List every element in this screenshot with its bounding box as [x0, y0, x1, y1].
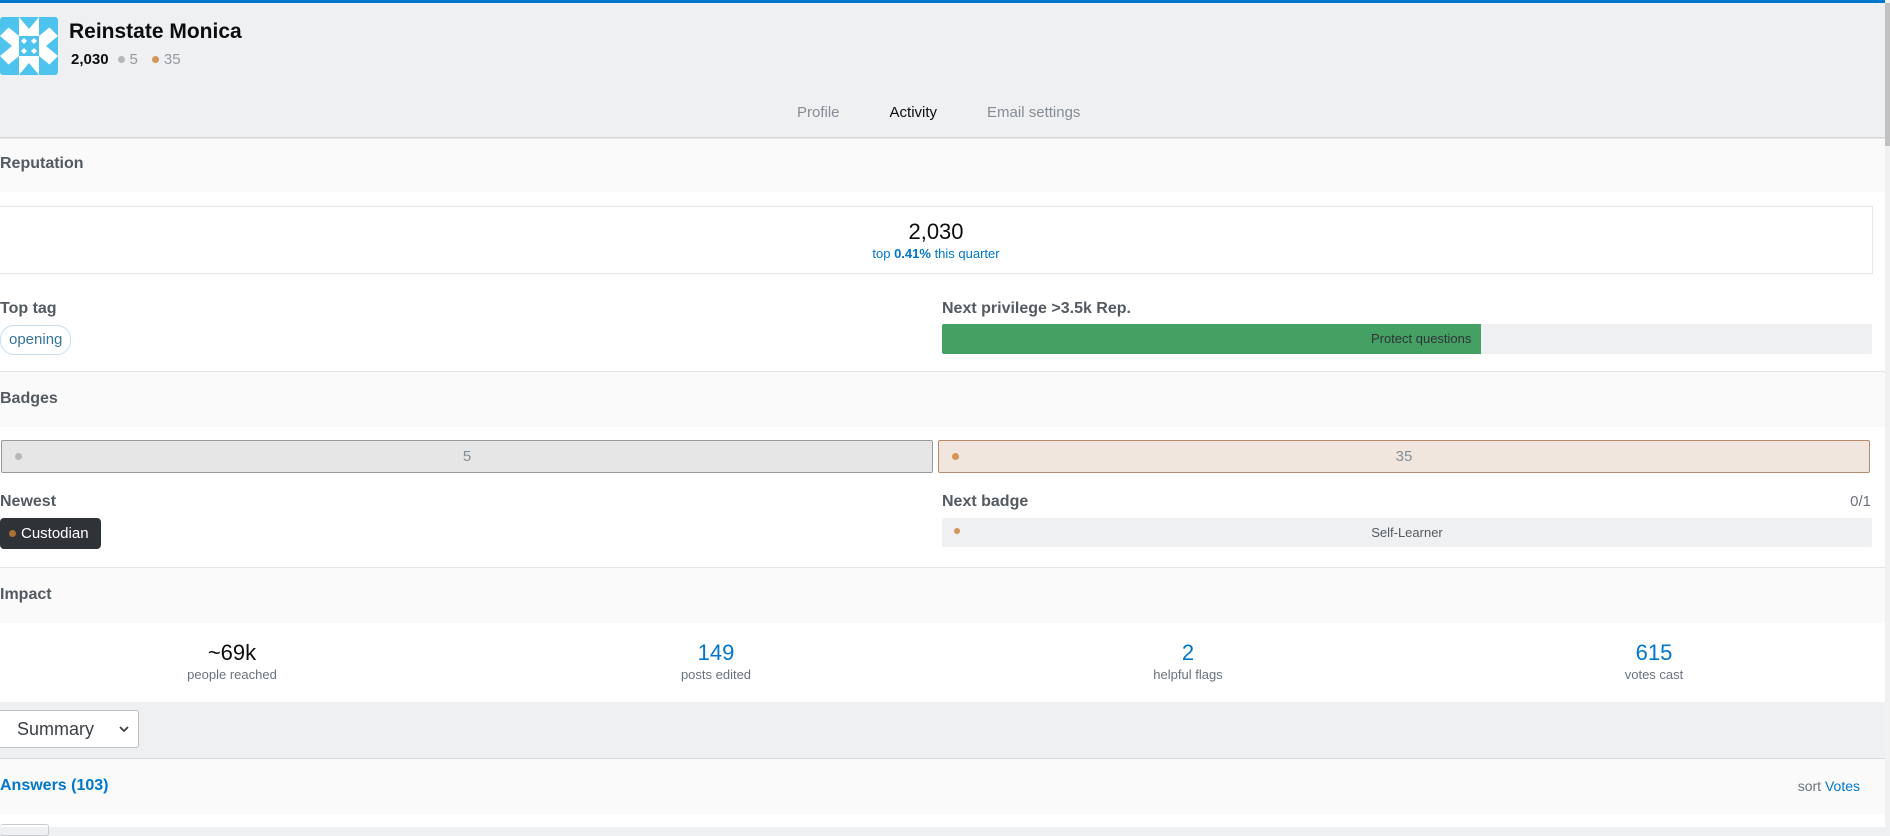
- reputation-score: 2,030: [71, 51, 109, 68]
- tab-profile[interactable]: Profile: [772, 88, 865, 137]
- reputation-value: 2,030: [908, 219, 964, 244]
- sort-votes-link[interactable]: Votes: [1825, 778, 1860, 794]
- next-privilege-label: Next privilege >3.5k Rep.: [942, 300, 1131, 317]
- top-tag-label: Top tag: [0, 300, 57, 317]
- newest-badge-label: Newest: [0, 493, 57, 510]
- silver-badge-count-value: 5: [129, 51, 138, 68]
- tab-email-settings[interactable]: Email settings: [962, 88, 1105, 137]
- silver-count: 5: [462, 448, 472, 465]
- bronze-badge-icon: [151, 56, 159, 63]
- impact-value: ~69k: [207, 640, 257, 665]
- reputation-rank[interactable]: top 0.41% this quarter: [0, 246, 1872, 261]
- avatar[interactable]: [0, 17, 58, 75]
- section-title: Impact: [0, 586, 52, 603]
- impact-label: votes cast: [1624, 667, 1684, 682]
- answer-score-box: [0, 824, 49, 836]
- section-title: Badges: [0, 390, 58, 407]
- activity-view-select[interactable]: Summary: [0, 710, 139, 748]
- select-value: Summary: [17, 719, 95, 739]
- tab-activity[interactable]: Activity: [864, 88, 963, 140]
- answers-title[interactable]: Answers (103): [0, 777, 109, 795]
- impact-label: helpful flags: [1153, 667, 1223, 682]
- badges-section-header: Badges: [0, 371, 1885, 428]
- profile-header: Reinstate Monica 2,030 5 35 Profile Acti…: [0, 3, 1885, 140]
- section-title: Reputation: [0, 155, 84, 172]
- silver-badge-icon: [117, 56, 125, 63]
- impact-label: posts edited: [680, 667, 752, 682]
- top-tag[interactable]: opening: [0, 325, 72, 355]
- bronze-count: 35: [1395, 448, 1413, 465]
- impact-value[interactable]: 149: [566, 640, 866, 666]
- bronze-badge-icon: [954, 528, 960, 534]
- user-stats: 2,030 5 35: [71, 51, 195, 68]
- impact-posts-edited[interactable]: 149 posts edited: [566, 640, 866, 682]
- impact-label: people reached: [187, 667, 277, 682]
- rank-prefix: top: [872, 246, 895, 261]
- bronze-badges-box[interactable]: 35: [938, 440, 1870, 473]
- bronze-badge-icon: [9, 530, 16, 537]
- next-badge-label: Next badge: [942, 493, 1029, 510]
- profile-tabs: Profile Activity Email settings: [772, 88, 1105, 140]
- privilege-progress-bar[interactable]: Protect questions: [942, 324, 1872, 354]
- impact-section-header: Impact: [0, 567, 1885, 624]
- impact-people-reached: ~69k people reached: [82, 640, 382, 682]
- answers-section-header: Answers (103) sort Votes: [0, 758, 1885, 815]
- reputation-section-header: Reputation: [0, 138, 1885, 193]
- silver-badges-box[interactable]: 5: [1, 440, 933, 473]
- next-badge-name: Self-Learner: [1371, 525, 1443, 540]
- answers-list: [0, 814, 1885, 827]
- bronze-badge-count[interactable]: 35: [151, 51, 181, 68]
- rank-percent: 0.41%: [894, 246, 931, 261]
- sort-control: sort Votes: [1798, 778, 1860, 794]
- scrollbar-thumb[interactable]: [1885, 3, 1890, 146]
- rank-suffix: this quarter: [930, 246, 1000, 261]
- impact-value[interactable]: 2: [1038, 640, 1338, 666]
- bronze-badge-icon: [952, 453, 959, 460]
- identicon-avatar-icon: [0, 17, 58, 75]
- newest-badge[interactable]: Custodian: [0, 518, 101, 549]
- username: Reinstate Monica: [69, 20, 242, 43]
- impact-helpful-flags[interactable]: 2 helpful flags: [1038, 640, 1338, 682]
- bronze-badge-count-value: 35: [163, 51, 181, 68]
- silver-badge-icon: [15, 453, 22, 460]
- silver-badge-count[interactable]: 5: [117, 51, 138, 68]
- next-badge[interactable]: Self-Learner: [942, 518, 1872, 547]
- reputation-card: 2,030 top 0.41% this quarter: [0, 206, 1873, 274]
- privilege-progress-fill: Protect questions: [942, 324, 1482, 354]
- impact-value[interactable]: 615: [1504, 640, 1804, 666]
- sort-label: sort: [1797, 778, 1822, 794]
- next-badge-progress: 0/1: [1850, 493, 1871, 510]
- chevron-down-icon: [119, 726, 129, 733]
- privilege-name: Protect questions: [1370, 331, 1472, 346]
- impact-votes-cast[interactable]: 615 votes cast: [1504, 640, 1804, 682]
- newest-badge-name: Custodian: [21, 525, 89, 542]
